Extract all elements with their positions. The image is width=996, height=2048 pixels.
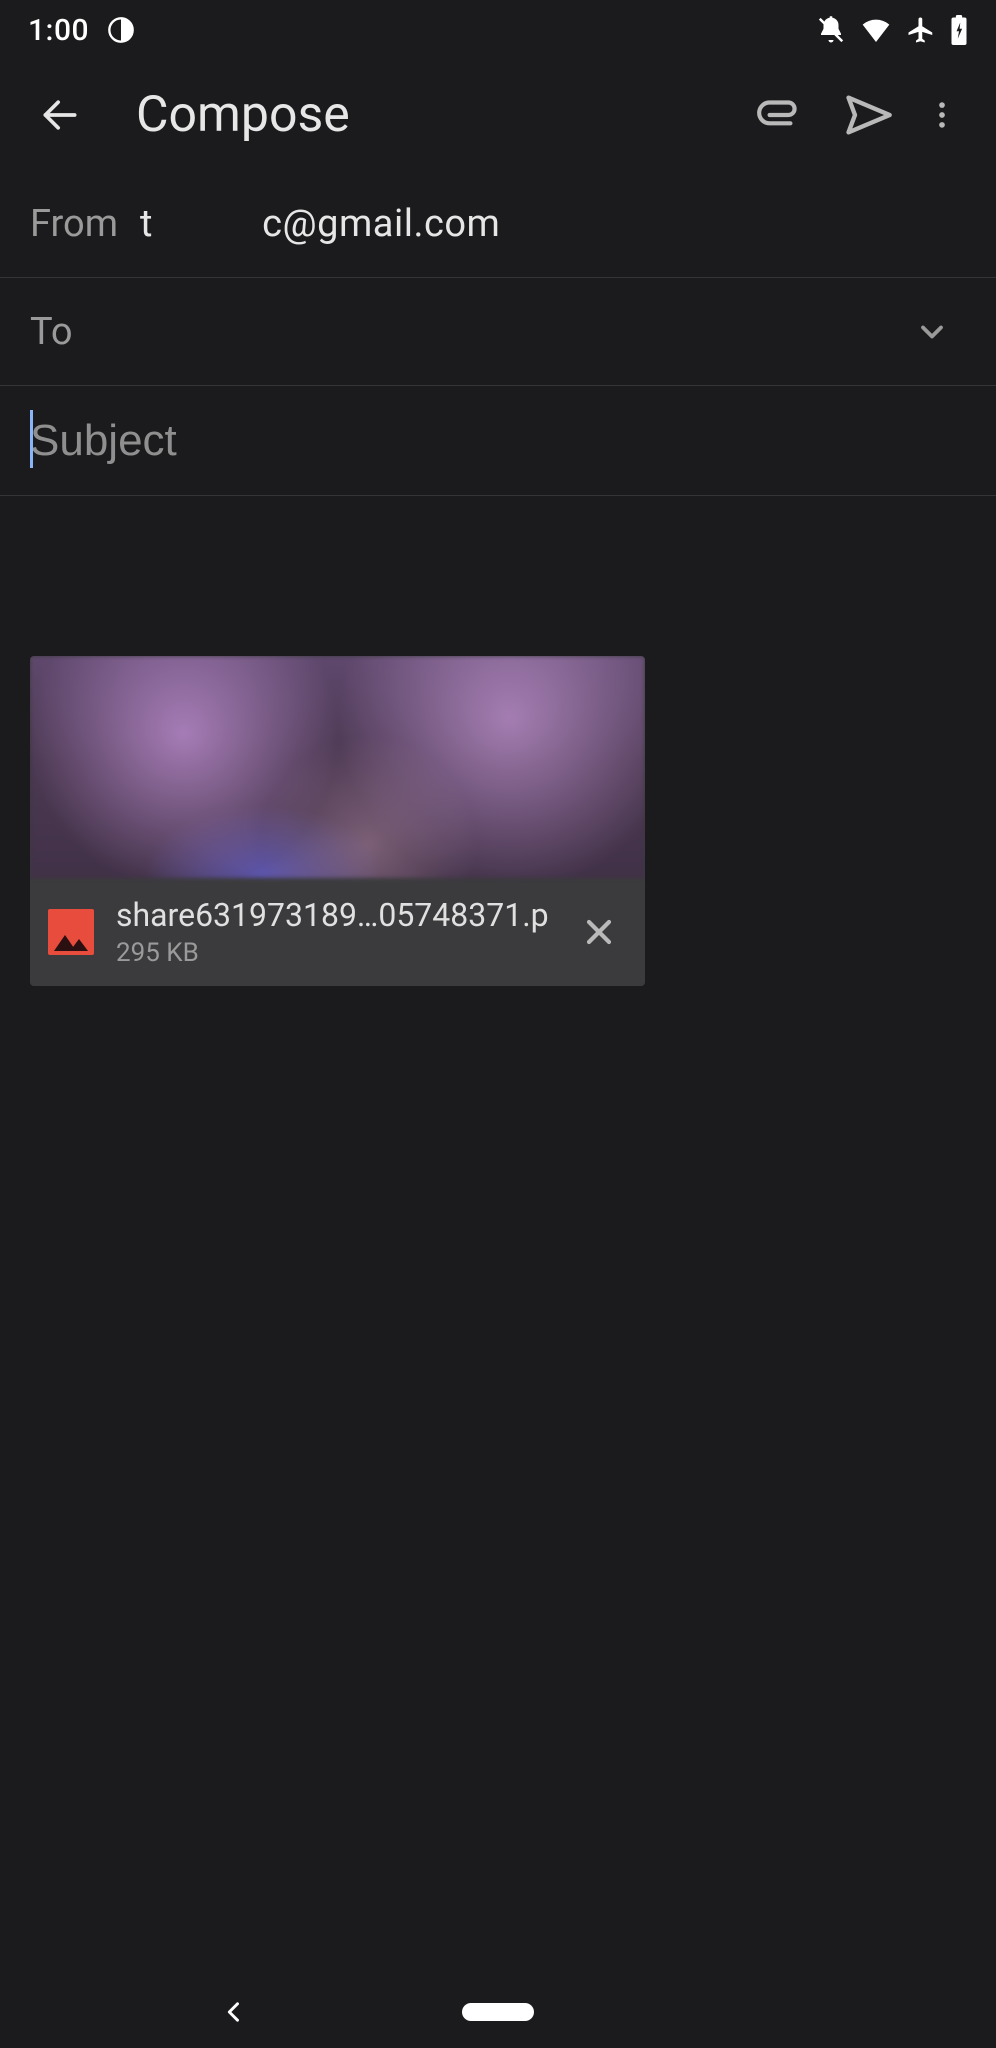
more-options-button[interactable] bbox=[912, 71, 972, 159]
attachment-preview[interactable] bbox=[30, 656, 645, 878]
attachment-filename: share631973189…05748371.png bbox=[116, 896, 549, 934]
battery-charging-icon bbox=[950, 15, 968, 45]
arrow-left-icon bbox=[38, 93, 82, 137]
send-icon bbox=[842, 89, 894, 141]
subject-input[interactable] bbox=[30, 416, 966, 466]
close-icon bbox=[579, 912, 619, 952]
image-file-icon bbox=[48, 909, 94, 955]
to-row: To bbox=[0, 278, 996, 386]
expand-recipients-button[interactable] bbox=[898, 298, 966, 366]
status-bar: 1:00 bbox=[0, 0, 996, 60]
wifi-icon bbox=[860, 14, 892, 46]
attach-button[interactable] bbox=[736, 71, 824, 159]
to-input[interactable] bbox=[104, 310, 898, 353]
status-right bbox=[816, 14, 968, 46]
attachment-size: 295 KB bbox=[116, 938, 549, 968]
subject-row bbox=[0, 386, 996, 496]
to-label: To bbox=[30, 310, 90, 354]
attachment-icon bbox=[755, 90, 805, 140]
from-value: t c@gmail.com bbox=[140, 202, 500, 246]
status-clock: 1:00 bbox=[28, 13, 89, 48]
notifications-off-icon bbox=[816, 15, 846, 45]
chevron-down-icon bbox=[914, 314, 950, 350]
compose-body[interactable]: share631973189…05748371.png 295 KB bbox=[0, 496, 996, 1016]
airplane-mode-icon bbox=[906, 15, 936, 45]
home-handle[interactable] bbox=[462, 2003, 534, 2021]
system-back-button[interactable] bbox=[210, 1988, 258, 2036]
system-nav-bar bbox=[0, 1976, 996, 2048]
attachment-card: share631973189…05748371.png 295 KB bbox=[30, 656, 645, 986]
remove-attachment-button[interactable] bbox=[571, 904, 627, 960]
attachment-footer: share631973189…05748371.png 295 KB bbox=[30, 878, 645, 986]
toolbar: Compose bbox=[0, 60, 996, 170]
more-vert-icon bbox=[925, 98, 959, 132]
text-cursor bbox=[30, 410, 33, 468]
status-left: 1:00 bbox=[28, 13, 135, 48]
from-label: From bbox=[30, 202, 126, 246]
back-button[interactable] bbox=[24, 79, 96, 151]
from-row[interactable]: From t c@gmail.com bbox=[0, 170, 996, 278]
page-title: Compose bbox=[136, 86, 736, 144]
chevron-left-icon bbox=[220, 1998, 248, 2026]
attachment-info: share631973189…05748371.png 295 KB bbox=[116, 896, 549, 968]
app-indicator-icon bbox=[107, 16, 135, 44]
send-button[interactable] bbox=[824, 71, 912, 159]
